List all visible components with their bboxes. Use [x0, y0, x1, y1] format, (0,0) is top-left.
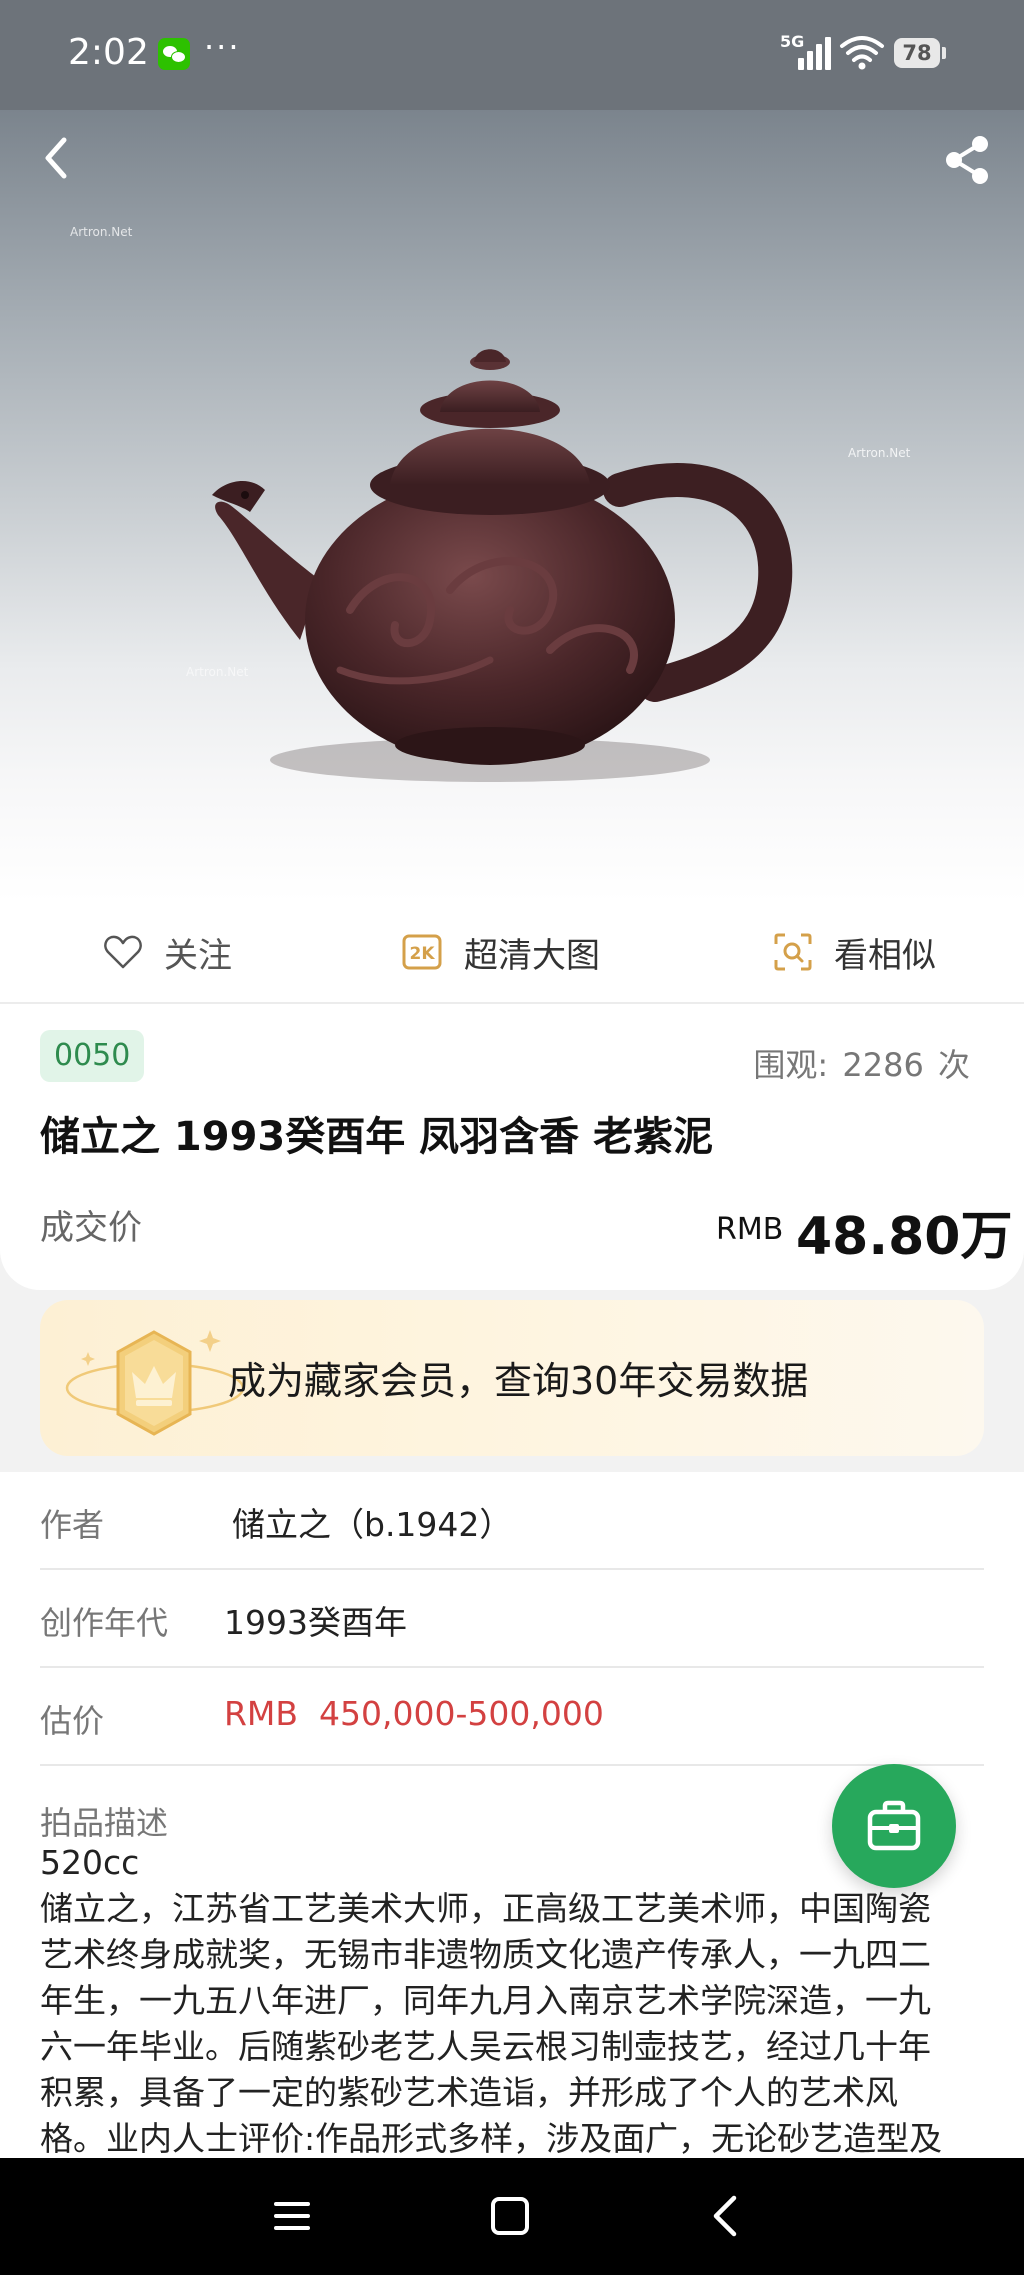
follow-label: 关注: [164, 935, 232, 976]
vip-banner-text: 成为藏家会员，查询30年交易数据: [228, 1359, 809, 1403]
briefcase-icon: [867, 1800, 921, 1851]
lot-number-badge: 0050: [40, 1030, 145, 1082]
briefcase-fab[interactable]: [832, 1764, 956, 1888]
price-label: 成交价: [40, 1208, 142, 1248]
status-time: 2:02: [68, 32, 149, 73]
year-value: 1993癸酉年: [224, 1603, 407, 1642]
2k-icon-text: 2K: [409, 944, 435, 964]
similar-label: 看相似: [834, 935, 936, 976]
signal-icon: [798, 37, 831, 70]
nav-back-icon[interactable]: [706, 2194, 746, 2238]
views-count: 2286: [842, 1046, 924, 1084]
detail-row-estimate: 估价 RMB 450,000-500,000: [40, 1668, 984, 1766]
views-label: 围观:: [753, 1046, 829, 1084]
battery-icon: 78: [894, 38, 946, 68]
back-icon[interactable]: [30, 130, 86, 186]
scan-similar-icon: [774, 933, 812, 971]
price-currency: RMB: [716, 1212, 784, 1247]
author-value[interactable]: 储立之（b.1942）: [232, 1498, 512, 1546]
watermark: Artron.Net: [848, 446, 911, 460]
detail-row-author: 作者 储立之（b.1942）: [40, 1472, 984, 1570]
vip-membership-banner[interactable]: 成为藏家会员，查询30年交易数据: [40, 1300, 984, 1456]
share-icon[interactable]: [940, 132, 996, 188]
hd-label: 超清大图: [464, 935, 600, 976]
follow-button[interactable]: 关注: [104, 902, 232, 1002]
description-label: 拍品描述: [40, 1804, 169, 1842]
wifi-icon: [840, 36, 884, 70]
detail-row-year: 创作年代 1993癸酉年: [40, 1570, 984, 1668]
wechat-icon: [158, 38, 190, 70]
lot-title: 储立之 1993癸酉年 凤羽含香 老紫泥: [40, 1114, 714, 1160]
see-similar-button[interactable]: 看相似: [774, 902, 936, 1002]
price-value: 48.80万: [796, 1207, 1013, 1267]
teapot-photo: [212, 349, 793, 782]
watermark: Artron.Net: [70, 225, 133, 239]
action-row: 关注 2K 超清大图 看相似: [0, 902, 1024, 1004]
author-label: 作者: [40, 1506, 105, 1544]
2k-icon: 2K: [402, 934, 442, 970]
menu-icon[interactable]: [272, 2198, 312, 2234]
estimate-label: 估价: [40, 1702, 105, 1740]
heart-icon: [104, 935, 142, 969]
year-label: 创作年代: [40, 1604, 169, 1642]
estimate-value: RMB 450,000-500,000: [224, 1694, 604, 1733]
system-nav-bar: [0, 2158, 1024, 2275]
status-bar: 2:02 ··· 5G 78: [0, 0, 1024, 110]
more-dots-icon: ···: [204, 28, 241, 66]
lot-info-card: 0050 围观: 2286 次 储立之 1993癸酉年 凤羽含香 老紫泥 成交价…: [0, 1004, 1024, 1290]
product-image[interactable]: Artron.Net Artron.Net Artron.Net: [0, 110, 1024, 902]
views-unit: 次: [937, 1046, 970, 1084]
home-icon[interactable]: [490, 2196, 530, 2236]
hd-image-button[interactable]: 2K 超清大图: [402, 902, 600, 1002]
description-text: 520cc 储立之，江苏省工艺美术大师，正高级工艺美术师，中国陶瓷 艺术终身成就…: [40, 1843, 943, 2158]
view-count: 围观: 2286 次: [749, 1040, 970, 1086]
